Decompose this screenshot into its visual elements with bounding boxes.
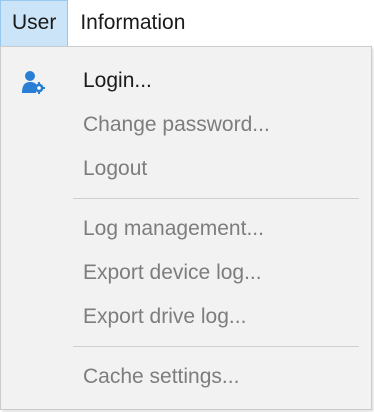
export-device-log-label: Export device log...: [83, 261, 262, 284]
user-gear-icon: [22, 71, 45, 94]
menu-information[interactable]: Information: [68, 0, 197, 46]
export-drive-log-label: Export drive log...: [83, 305, 247, 328]
menu-user[interactable]: User: [0, 0, 69, 46]
menu-item-login[interactable]: Login...: [1, 59, 371, 103]
menu-separator: [73, 346, 359, 347]
menu-item-change-password[interactable]: Change password...: [1, 103, 371, 147]
menu-item-export-drive-log[interactable]: Export drive log...: [1, 295, 371, 339]
change-password-label: Change password...: [83, 113, 270, 136]
log-management-label: Log management...: [83, 217, 264, 240]
menu-separator: [73, 198, 359, 199]
login-label: Login...: [83, 69, 152, 92]
logout-label: Logout: [83, 157, 148, 180]
user-dropdown-menu: Login... Change password... Logout Log m…: [0, 46, 372, 410]
menu-item-cache-settings[interactable]: Cache settings...: [1, 355, 371, 399]
cache-settings-label: Cache settings...: [83, 365, 240, 388]
menu-bar: User Information: [0, 0, 374, 46]
menu-item-export-device-log[interactable]: Export device log...: [1, 251, 371, 295]
menu-item-logout[interactable]: Logout: [1, 147, 371, 191]
menu-item-log-management[interactable]: Log management...: [1, 207, 371, 251]
